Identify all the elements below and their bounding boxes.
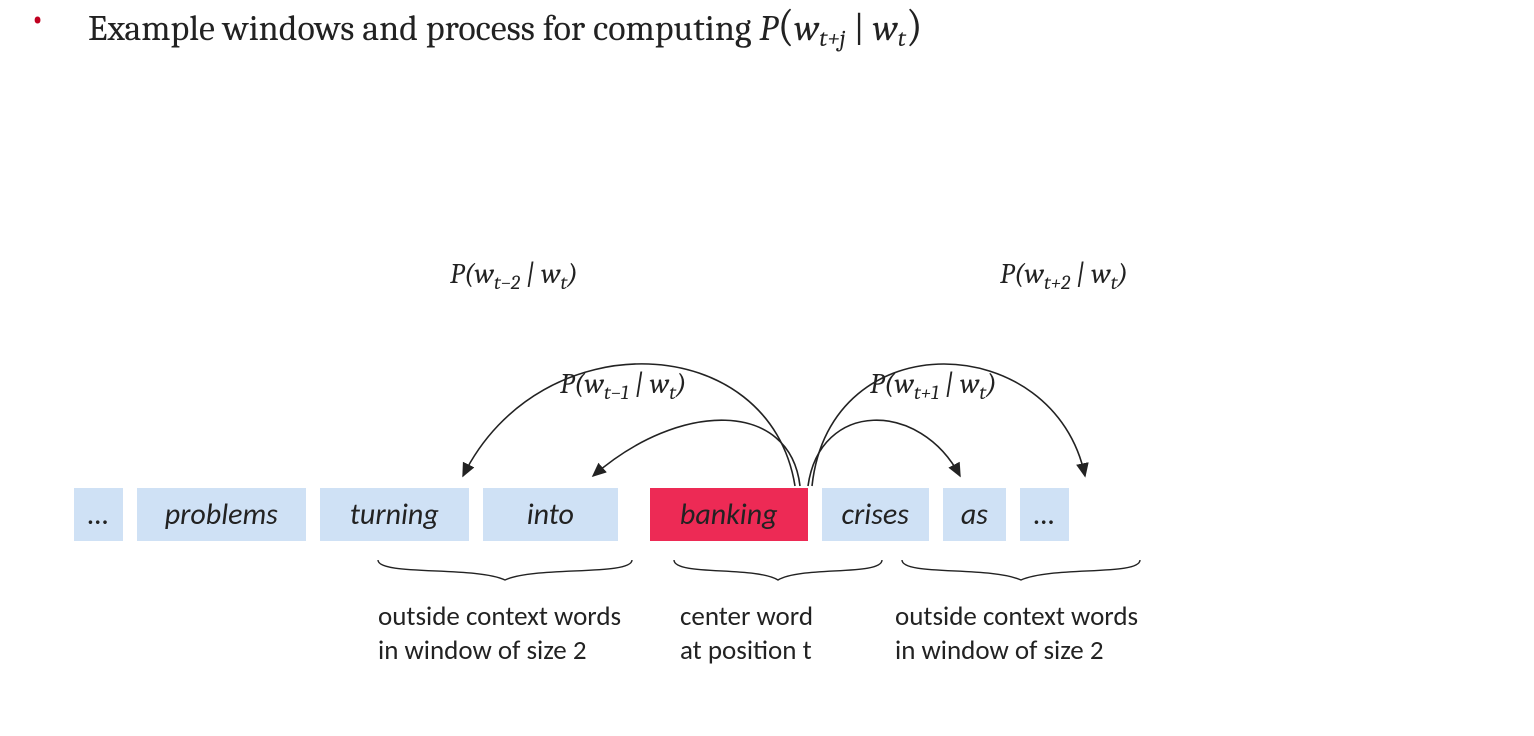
prob-t+2: P(wt+2 | wt) — [1000, 258, 1128, 290]
prob-t-2: P(wt−2 | wt) — [450, 258, 578, 290]
prob-t-1: P(wt−1 | wt) — [560, 368, 686, 400]
prob-t+1: P(wt+1 | wt) — [870, 368, 997, 400]
label-left: outside context wordsin window of size 2 — [378, 600, 621, 668]
skipgram-diagram: • Example windows and process for comput… — [0, 0, 1534, 736]
label-center: center wordat position t — [680, 600, 813, 668]
label-right: outside context wordsin window of size 2 — [895, 600, 1138, 668]
